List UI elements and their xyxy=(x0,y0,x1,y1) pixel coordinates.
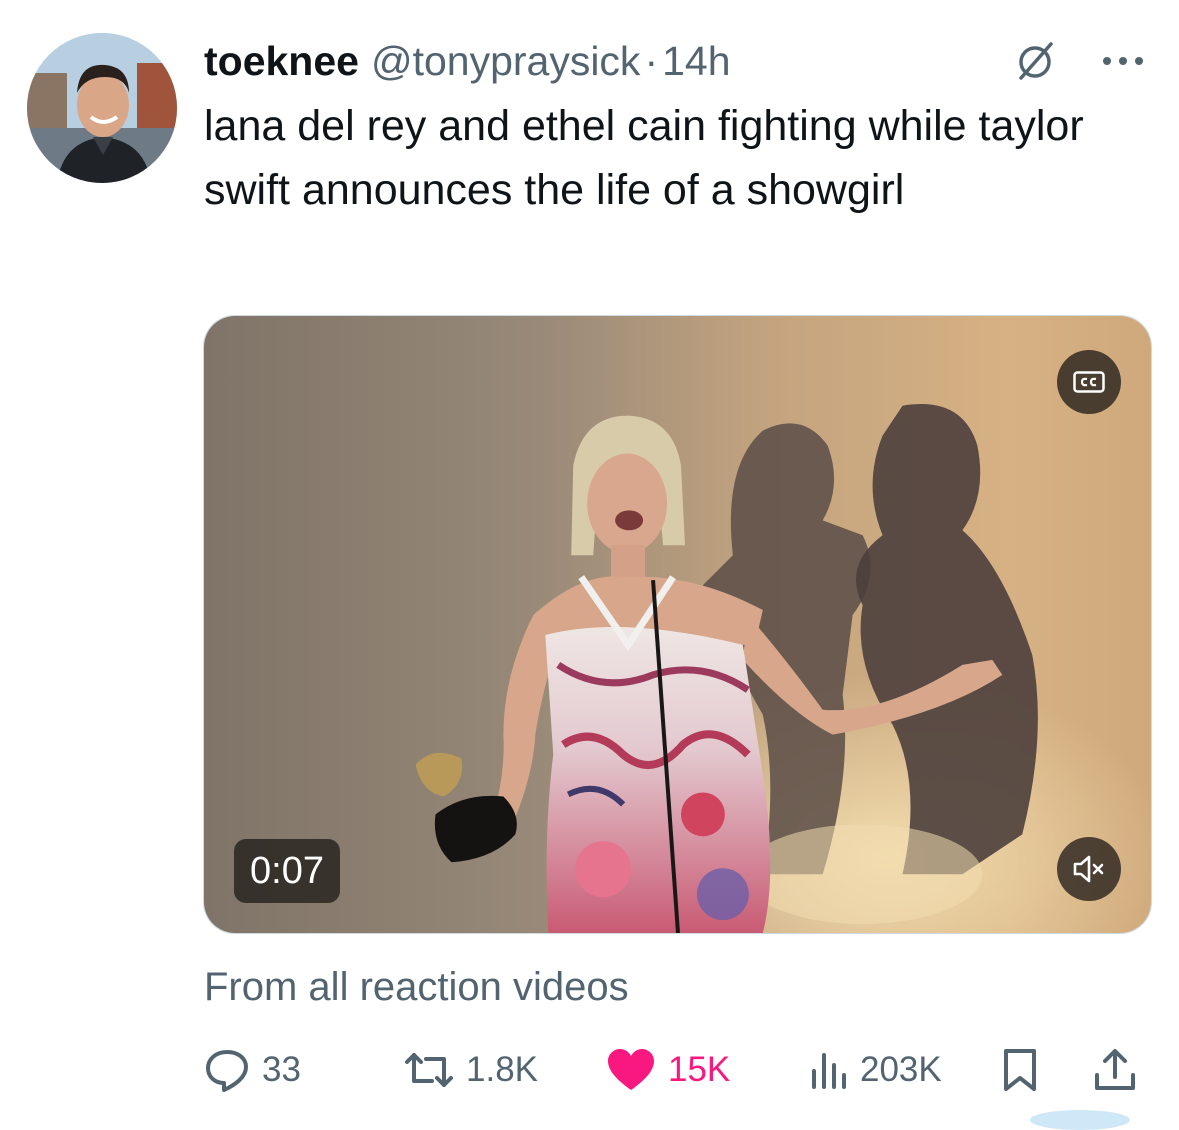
display-name[interactable]: toeknee xyxy=(204,36,359,86)
retweet-icon xyxy=(405,1053,453,1087)
more-icon[interactable] xyxy=(1098,46,1148,76)
mute-button[interactable] xyxy=(1057,837,1121,901)
badge-icon xyxy=(1019,42,1053,80)
views-button[interactable]: 203K xyxy=(808,1040,942,1100)
video-frame xyxy=(204,316,1151,933)
next-tweet-peek xyxy=(1030,1110,1130,1130)
tweet: toeknee @tonypraysick · 14h lana del rey… xyxy=(0,0,1179,1130)
reply-count: 33 xyxy=(262,1050,301,1089)
like-count: 15K xyxy=(668,1050,731,1089)
avatar-image xyxy=(27,33,177,183)
avatar[interactable] xyxy=(27,33,177,183)
video-player[interactable]: 0:07 xyxy=(203,315,1152,934)
cc-icon xyxy=(1073,371,1105,393)
timestamp[interactable]: 14h xyxy=(662,36,730,86)
video-source-label[interactable]: From all reaction videos xyxy=(204,962,629,1012)
retweet-button[interactable]: 1.8K xyxy=(404,1040,538,1100)
views-icon xyxy=(812,1053,846,1089)
separator-dot: · xyxy=(644,38,659,84)
captions-button[interactable] xyxy=(1057,350,1121,414)
video-duration: 0:07 xyxy=(234,839,340,903)
like-button[interactable]: 15K xyxy=(606,1040,730,1100)
action-bar: 33 1.8K 15K 203K xyxy=(0,1040,1179,1100)
user-handle[interactable]: @tonypraysick xyxy=(371,36,640,86)
reply-icon xyxy=(206,1050,248,1092)
views-count: 203K xyxy=(860,1050,942,1089)
retweet-count: 1.8K xyxy=(466,1050,538,1089)
tweet-header: toeknee @tonypraysick · 14h xyxy=(204,36,731,86)
share-button[interactable] xyxy=(1092,1040,1138,1100)
tweet-text: lana del rey and ethel cain fighting whi… xyxy=(204,102,1084,214)
mute-icon xyxy=(1073,855,1104,883)
reply-button[interactable]: 33 xyxy=(204,1040,301,1100)
bookmark-icon xyxy=(1004,1049,1036,1091)
share-icon xyxy=(1095,1049,1135,1090)
heart-icon xyxy=(608,1049,654,1090)
bookmark-button[interactable] xyxy=(1000,1040,1040,1100)
